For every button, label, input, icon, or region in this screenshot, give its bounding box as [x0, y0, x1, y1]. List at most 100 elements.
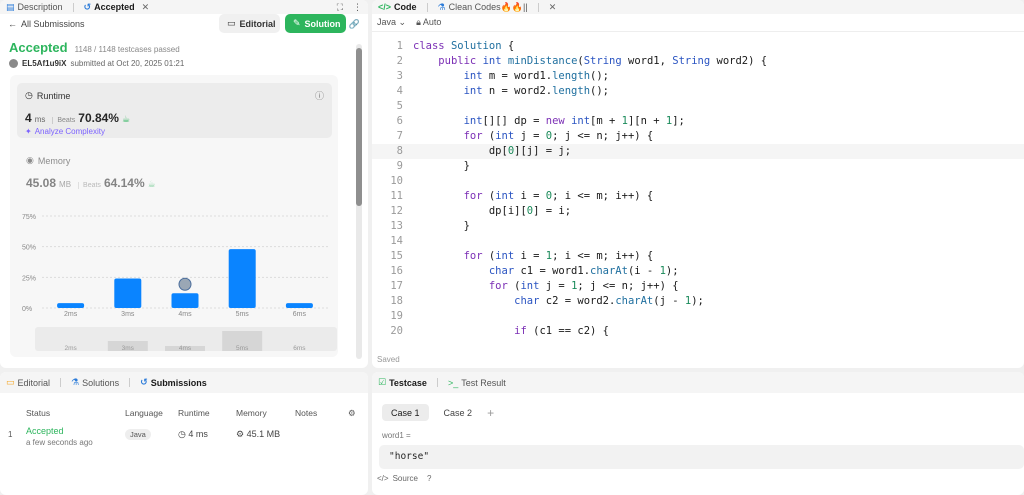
table-row[interactable]: 1 Accepted a few seconds ago Java ◷ 4 ms… [0, 426, 368, 456]
code-line[interactable]: 18 char c2 = word2.charAt(j - 1); [372, 294, 1024, 309]
scrollbar-thumb[interactable] [356, 48, 362, 206]
code-line[interactable]: 10 [372, 174, 1024, 189]
bar[interactable] [285, 303, 313, 308]
saved-status: Saved [377, 355, 400, 364]
auto-mode[interactable]: 🔒︎ Auto [416, 17, 441, 28]
tab-description[interactable]: ▤ Description [6, 2, 63, 13]
tab-accepted[interactable]: ↺ Accepted ✕ [84, 2, 150, 13]
status-title: Accepted [9, 40, 68, 55]
code-text: if (c1 == c2) { [514, 325, 609, 337]
runtime-distribution-chart[interactable]: 75% 50% 25% 0% 2ms 3ms 4ms 5ms 6ms 2ms 3ms 4ms 5ms 6m… [10, 75, 338, 357]
scrollbar[interactable] [356, 44, 362, 359]
avatar[interactable] [9, 59, 18, 68]
submitter: EL5Af1u9iX submitted at Oct 20, 2025 01:… [9, 59, 359, 68]
submissions-panel: ▭ Editorial ⚗ Solutions ↺ Submissions St… [0, 372, 368, 495]
code-line[interactable]: 20 if (c1 == c2) { [372, 324, 1024, 339]
code-text: dp[0][j] = j; [413, 145, 572, 157]
code-line[interactable]: 14 [372, 234, 1024, 249]
status-text[interactable]: Accepted [26, 426, 64, 436]
book-icon: ▭ [227, 18, 236, 28]
submission-panel: ▤ Description ↺ Accepted ✕ ⛶ ⋮ ← All Sub… [0, 0, 368, 368]
username[interactable]: EL5Af1u9iX [22, 59, 66, 68]
more-icon[interactable]: ⋮ [353, 2, 362, 13]
line-number: 12 [390, 205, 403, 217]
x-tick-label: 3ms [121, 311, 135, 318]
divider [537, 2, 539, 12]
tab-editorial[interactable]: ▭ Editorial [6, 377, 50, 388]
code-text: dp[i][0] = i; [413, 205, 572, 217]
line-number: 15 [390, 250, 403, 262]
add-case-button[interactable]: + [487, 406, 494, 420]
bar[interactable] [57, 303, 85, 308]
description-icon: ▤ [6, 1, 15, 12]
flask-icon: ⚗ [71, 377, 80, 387]
case-1-tab[interactable]: Case 1 [382, 404, 429, 421]
x-tick-label: 2ms [64, 311, 78, 318]
line-number: 11 [390, 190, 403, 202]
line-number: 7 [396, 130, 403, 142]
close-icon[interactable]: ✕ [549, 2, 557, 13]
code-line[interactable]: 12 dp[i][0] = i; [372, 204, 1024, 219]
left-tab-bar: ▤ Description ↺ Accepted ✕ ⛶ ⋮ [0, 0, 368, 14]
x-tick-label: 6ms [293, 311, 307, 318]
code-text: int m = word1.length(); [463, 70, 609, 82]
code-line[interactable]: 7 for (int j = 0; j <= n; j++) { [372, 129, 1024, 144]
expand-icon[interactable]: ⛶ [337, 2, 343, 13]
source-link[interactable]: </> Source ? [377, 474, 431, 483]
tab-code[interactable]: </> Code [378, 2, 417, 12]
code-line[interactable]: 2 public int minDistance(String word1, S… [372, 54, 1024, 69]
line-number: 9 [396, 160, 403, 172]
mini-tick-label: 4ms [179, 345, 192, 352]
line-number: 10 [390, 175, 403, 187]
bar[interactable] [171, 293, 199, 308]
line-number: 19 [390, 310, 403, 322]
code-line[interactable]: 15 for (int i = 1; i <= m; i++) { [372, 249, 1024, 264]
flask-icon: ⚗ [437, 1, 446, 12]
code-line[interactable]: 3 int m = word1.length(); [372, 69, 1024, 84]
link-icon[interactable]: 🔗 [349, 19, 360, 30]
code-line[interactable]: 16 char c1 = word1.charAt(i - 1); [372, 264, 1024, 279]
solution-button[interactable]: ✎ Solution [285, 14, 346, 33]
line-number: 17 [390, 280, 403, 292]
tab-submissions[interactable]: ↺ Submissions [140, 377, 207, 388]
chevron-down-icon: ⌄ [398, 17, 407, 27]
help-icon: ? [426, 474, 432, 483]
bar[interactable] [228, 249, 256, 308]
mini-tick-label: 6ms [293, 345, 306, 352]
tab-test-result[interactable]: >_ Test Result [448, 378, 506, 388]
code-line[interactable]: 17 for (int j = 1; j <= n; j++) { [372, 279, 1024, 294]
case-2-tab[interactable]: Case 2 [435, 404, 482, 421]
code-line[interactable]: 19 [372, 309, 1024, 324]
code-area[interactable]: 1 class Solution {2 public int minDistanc… [372, 38, 1024, 344]
code-line[interactable]: 13 } [372, 219, 1024, 234]
settings-icon[interactable]: ⚙ [348, 408, 356, 419]
language-select[interactable]: Java ⌄ [377, 17, 406, 28]
editorial-button[interactable]: ▭ Editorial [219, 14, 280, 33]
tab-clean-codes[interactable]: ⚗ Clean Codes🔥🔥|| [438, 2, 528, 13]
code-line[interactable]: 5 [372, 99, 1024, 114]
code-editor-panel: </> Code ⚗ Clean Codes🔥🔥|| ✕ Java ⌄ 🔒︎ A… [372, 0, 1024, 368]
line-number: 2 [396, 55, 403, 67]
mini-tick-label: 5ms [236, 345, 249, 352]
close-icon[interactable]: ✕ [142, 2, 150, 13]
code-line[interactable]: 4 int n = word2.length(); [372, 84, 1024, 99]
bar[interactable] [114, 278, 142, 308]
performance-card: ◷ Runtime ⓘ 4 ms Beats 70.84% ☕ ✦ Analyz… [10, 75, 338, 357]
tab-testcase[interactable]: ☑ Testcase [378, 377, 427, 388]
history-icon: ↺ [83, 1, 92, 12]
book-icon: ▭ [6, 377, 15, 387]
edit-icon: ✎ [293, 18, 301, 28]
testcase-panel: ☑ Testcase >_ Test Result Case 1 Case 2 … [372, 372, 1024, 495]
code-line[interactable]: 11 for (int i = 0; i <= m; i++) { [372, 189, 1024, 204]
line-number: 8 [396, 145, 403, 157]
code-icon: </> [378, 2, 392, 12]
code-line[interactable]: 1 class Solution { [372, 39, 1024, 54]
code-line[interactable]: 8 dp[0][j] = j; [372, 144, 1024, 159]
tab-solutions[interactable]: ⚗ Solutions [71, 377, 119, 388]
time-text: a few seconds ago [26, 438, 93, 447]
x-tick-label: 4ms [178, 311, 192, 318]
code-line[interactable]: 6 int[][] dp = new int[m + 1][n + 1]; [372, 114, 1024, 129]
testcase-input[interactable]: "horse" [379, 445, 1024, 469]
code-line[interactable]: 9 } [372, 159, 1024, 174]
code-text: for (int i = 0; i <= m; i++) { [463, 190, 654, 202]
